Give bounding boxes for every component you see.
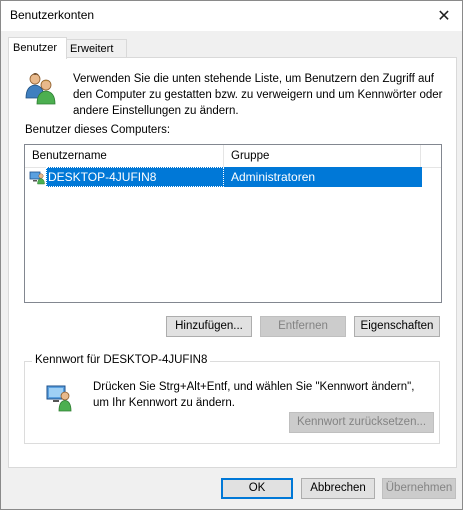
- cancel-button[interactable]: Abbrechen: [301, 478, 375, 499]
- tab-panel-benutzer: Verwenden Sie die unten stehende Liste, …: [8, 57, 457, 468]
- close-button[interactable]: ✕: [426, 1, 462, 31]
- add-user-button[interactable]: Hinzufügen...: [166, 316, 252, 337]
- password-group-title: Kennwort für DESKTOP-4JUFIN8: [32, 354, 211, 366]
- table-row[interactable]: DESKTOP-4JUFIN8 Administratoren: [25, 167, 422, 187]
- intro-text: Verwenden Sie die unten stehende Liste, …: [73, 73, 443, 117]
- computer-user-icon: [29, 171, 45, 185]
- listview-header: Benutzername Gruppe: [25, 145, 441, 168]
- reset-password-button[interactable]: Kennwort zurücksetzen...: [289, 412, 434, 433]
- close-icon: ✕: [437, 8, 451, 25]
- users-listview[interactable]: Benutzername Gruppe DESKTOP-4JUFIN8 Admi…: [24, 144, 442, 303]
- tab-benutzer[interactable]: Benutzer: [8, 37, 67, 59]
- password-groupbox: Kennwort für DESKTOP-4JUFIN8 Drücken Sie…: [24, 354, 440, 444]
- users-list-label: Benutzer dieses Computers:: [25, 124, 171, 136]
- remove-user-button[interactable]: Entfernen: [260, 316, 346, 337]
- column-header-group[interactable]: Gruppe: [224, 145, 421, 167]
- window-title: Benutzerkonten: [10, 8, 95, 22]
- users-icon: [25, 73, 56, 105]
- cell-username: DESKTOP-4JUFIN8: [46, 167, 224, 187]
- column-header-username[interactable]: Benutzername: [25, 145, 224, 167]
- title-bar[interactable]: Benutzerkonten ✕: [1, 1, 462, 31]
- password-instructions: Drücken Sie Strg+Alt+Entf, und wählen Si…: [93, 381, 415, 409]
- apply-button[interactable]: Übernehmen: [382, 478, 456, 499]
- password-user-icon: [46, 385, 72, 412]
- tab-erweitert[interactable]: Erweitert: [65, 39, 127, 58]
- user-properties-button[interactable]: Eigenschaften: [354, 316, 440, 337]
- ok-button[interactable]: OK: [221, 478, 293, 499]
- user-accounts-dialog: Benutzerkonten ✕ Benutzer Erweitert Verw…: [0, 0, 463, 510]
- cell-group: Administratoren: [224, 167, 422, 187]
